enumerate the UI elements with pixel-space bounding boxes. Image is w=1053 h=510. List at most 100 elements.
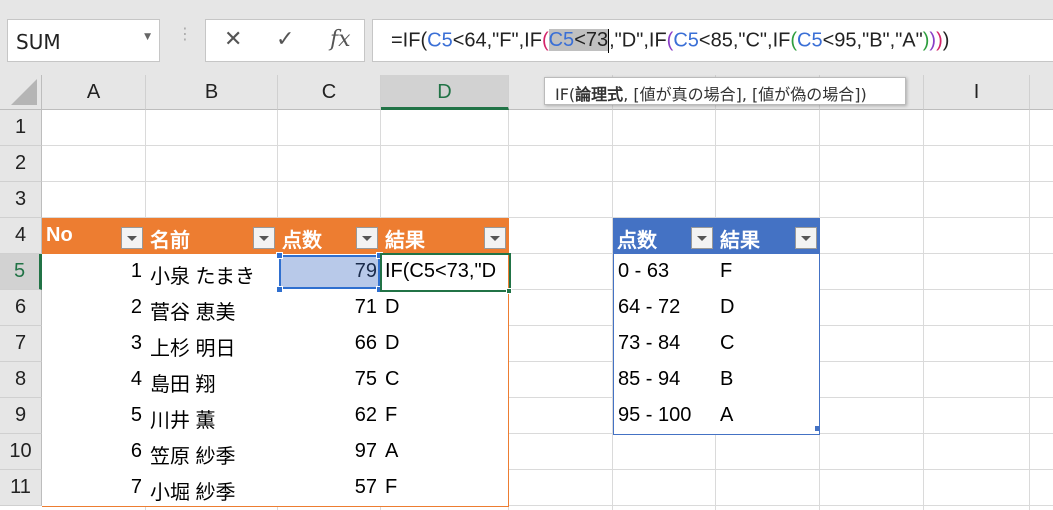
grades-cell[interactable]: 5: [42, 398, 146, 435]
grades-cell[interactable]: A: [381, 434, 509, 471]
formula-token: <85,"C",IF: [698, 29, 791, 52]
filter-dropdown-icon[interactable]: [484, 227, 506, 249]
gridline: [923, 110, 924, 510]
filter-dropdown-icon[interactable]: [121, 227, 143, 249]
tooltip-current-arg[interactable]: 論理式: [575, 85, 623, 104]
scale-cell[interactable]: 0 - 63: [613, 254, 716, 291]
gridline: [42, 181, 1053, 182]
row-header-2[interactable]: 2: [0, 146, 42, 182]
scale-header-cell: 点数: [613, 218, 716, 254]
name-box[interactable]: SUM ▼: [7, 19, 160, 62]
header-label: 結果: [720, 230, 760, 252]
cancel-icon[interactable]: ✕: [224, 27, 242, 52]
header-label: No: [46, 224, 73, 246]
formula-token: <73: [574, 29, 609, 52]
scale-cell[interactable]: 85 - 94: [613, 362, 716, 399]
resize-handle[interactable]: [276, 252, 283, 259]
scale-cell[interactable]: F: [716, 254, 820, 291]
grades-cell[interactable]: 笠原 紗季: [146, 434, 278, 471]
row-header-10[interactable]: 10: [0, 434, 42, 470]
grades-cell[interactable]: 7: [42, 470, 146, 507]
grades-cell[interactable]: 小堀 紗季: [146, 470, 278, 507]
select-all-button[interactable]: [0, 75, 42, 110]
row-header-9[interactable]: 9: [0, 398, 42, 434]
grades-cell[interactable]: 57: [278, 470, 381, 507]
grades-cell[interactable]: 3: [42, 326, 146, 363]
scale-cell[interactable]: B: [716, 362, 820, 399]
formula-token: C5: [797, 29, 823, 52]
column-header-j[interactable]: [1030, 75, 1053, 110]
formula-token: ): [942, 29, 950, 52]
formula-token: <64,"F",IF: [452, 29, 542, 52]
gridline: [42, 145, 1053, 146]
scale-cell[interactable]: D: [716, 290, 820, 327]
grades-cell[interactable]: 川井 薫: [146, 398, 278, 435]
grades-cell[interactable]: 62: [278, 398, 381, 435]
grades-header-cell: No: [42, 218, 146, 254]
dropdown-icon[interactable]: ▼: [144, 32, 151, 42]
grades-cell[interactable]: 66: [278, 326, 381, 363]
formula-token: (: [541, 29, 549, 52]
name-box-value: SUM: [16, 30, 61, 54]
grades-header-cell: 名前: [146, 218, 278, 254]
grades-cell[interactable]: 71: [278, 290, 381, 327]
grades-cell[interactable]: D: [381, 290, 509, 327]
fill-handle[interactable]: [506, 288, 512, 294]
resize-handle[interactable]: [276, 286, 283, 293]
filter-dropdown-icon[interactable]: [356, 227, 378, 249]
row-header-7[interactable]: 7: [0, 326, 42, 362]
grades-cell[interactable]: C: [381, 362, 509, 399]
scale-cell[interactable]: 73 - 84: [613, 326, 716, 363]
formula-token: ): [936, 29, 943, 52]
tooltip-prefix: IF(: [555, 85, 576, 104]
formula-token: C5: [427, 29, 453, 52]
grades-cell[interactable]: F: [381, 470, 509, 507]
header-label: 結果: [385, 230, 425, 252]
filter-dropdown-icon[interactable]: [795, 227, 817, 249]
scale-cell[interactable]: A: [716, 398, 820, 435]
grades-cell[interactable]: 小泉 たまき: [146, 254, 278, 291]
formula-buttons: ✕ ✓ fx: [205, 19, 365, 62]
formula-token: C5: [673, 29, 699, 52]
header-label: 点数: [617, 230, 657, 252]
grades-cell[interactable]: 75: [278, 362, 381, 399]
row-header-1[interactable]: 1: [0, 110, 42, 146]
insert-function-icon[interactable]: fx: [330, 27, 351, 52]
grades-cell[interactable]: 1: [42, 254, 146, 291]
filter-dropdown-icon[interactable]: [691, 227, 713, 249]
column-header-D[interactable]: D: [381, 75, 509, 110]
column-header-B[interactable]: B: [146, 75, 278, 110]
scale-cell[interactable]: 95 - 100: [613, 398, 716, 435]
formula-token: ,"D",IF: [609, 29, 667, 52]
row-header-6[interactable]: 6: [0, 290, 42, 326]
row-header-8[interactable]: 8: [0, 362, 42, 398]
filter-dropdown-icon[interactable]: [253, 227, 275, 249]
grades-cell[interactable]: 4: [42, 362, 146, 399]
grades-header-cell: 結果: [381, 218, 509, 254]
formula-input[interactable]: =IF(C5<64,"F",IF(C5<73,"D",IF(C5<85,"C",…: [372, 19, 1053, 62]
row-header-3[interactable]: 3: [0, 182, 42, 218]
column-header-C[interactable]: C: [278, 75, 381, 110]
scale-cell[interactable]: 64 - 72: [613, 290, 716, 327]
drag-handle-icon[interactable]: ⋮: [177, 26, 193, 42]
grades-cell[interactable]: 菅谷 恵美: [146, 290, 278, 327]
grades-cell[interactable]: 上杉 明日: [146, 326, 278, 363]
tooltip-rest: , [値が真の場合], [値が偽の場合]): [623, 85, 867, 104]
grades-cell[interactable]: F: [381, 398, 509, 435]
enter-icon[interactable]: ✓: [276, 27, 294, 52]
column-header-A[interactable]: A: [42, 75, 146, 110]
formula-token: <95,"B","A": [822, 29, 923, 52]
grades-cell[interactable]: 97: [278, 434, 381, 471]
scale-cell[interactable]: C: [716, 326, 820, 363]
grades-cell[interactable]: 島田 翔: [146, 362, 278, 399]
row-header-4[interactable]: 4: [0, 218, 42, 254]
grades-cell[interactable]: 6: [42, 434, 146, 471]
row-header-5[interactable]: 5: [0, 254, 42, 290]
column-header-I[interactable]: I: [924, 75, 1030, 110]
table-resize-handle[interactable]: [815, 426, 820, 431]
grades-cell[interactable]: 2: [42, 290, 146, 327]
scale-header-cell: 結果: [716, 218, 820, 254]
referenced-cell-highlight: [279, 255, 380, 289]
grades-cell[interactable]: D: [381, 326, 509, 363]
formula-token: =IF(: [391, 29, 428, 52]
